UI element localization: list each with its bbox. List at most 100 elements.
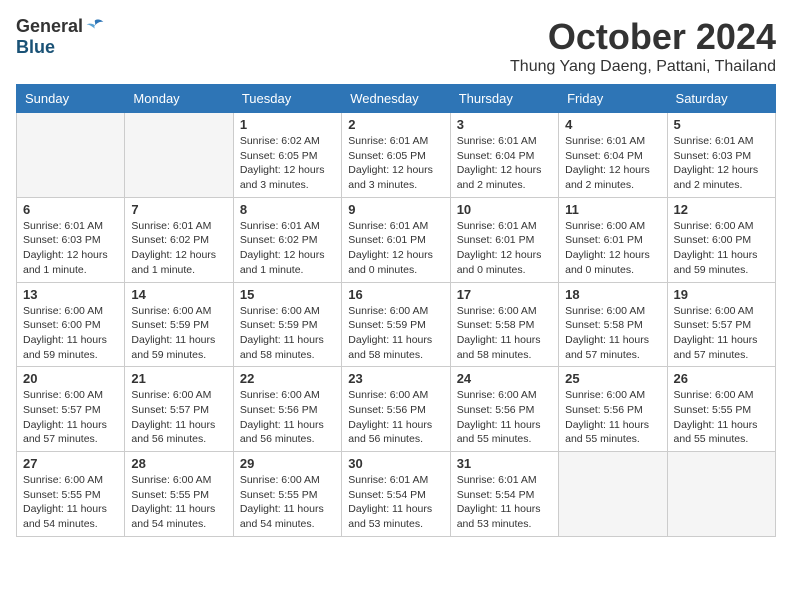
day-number: 22 bbox=[240, 371, 335, 386]
day-number: 1 bbox=[240, 117, 335, 132]
day-info: Sunrise: 6:01 AM Sunset: 6:04 PM Dayligh… bbox=[457, 134, 552, 193]
empty-day-cell bbox=[559, 452, 667, 537]
day-cell: 2 Sunrise: 6:01 AM Sunset: 6:05 PM Daylig… bbox=[342, 113, 450, 198]
day-number: 28 bbox=[131, 456, 226, 471]
logo-bird-icon bbox=[85, 17, 105, 37]
calendar-week-row: 1 Sunrise: 6:02 AM Sunset: 6:05 PM Daylig… bbox=[17, 113, 776, 198]
weekday-header: Friday bbox=[559, 85, 667, 113]
day-info: Sunrise: 6:00 AM Sunset: 5:55 PM Dayligh… bbox=[131, 473, 226, 532]
day-info: Sunrise: 6:00 AM Sunset: 5:58 PM Dayligh… bbox=[457, 304, 552, 363]
day-info: Sunrise: 6:01 AM Sunset: 5:54 PM Dayligh… bbox=[457, 473, 552, 532]
day-number: 26 bbox=[674, 371, 769, 386]
day-number: 12 bbox=[674, 202, 769, 217]
day-number: 6 bbox=[23, 202, 118, 217]
logo-blue-text: Blue bbox=[16, 37, 55, 58]
day-info: Sunrise: 6:00 AM Sunset: 5:56 PM Dayligh… bbox=[240, 388, 335, 447]
day-info: Sunrise: 6:00 AM Sunset: 5:55 PM Dayligh… bbox=[674, 388, 769, 447]
day-info: Sunrise: 6:01 AM Sunset: 6:03 PM Dayligh… bbox=[674, 134, 769, 193]
day-number: 19 bbox=[674, 287, 769, 302]
calendar-table: SundayMondayTuesdayWednesdayThursdayFrid… bbox=[16, 84, 776, 537]
day-cell: 16Sunrise: 6:00 AM Sunset: 5:59 PM Dayli… bbox=[342, 282, 450, 367]
calendar-week-row: 20 Sunrise: 6:00 AM Sunset: 5:57 PM Dayli… bbox=[17, 367, 776, 452]
day-cell: 1 Sunrise: 6:02 AM Sunset: 6:05 PM Daylig… bbox=[233, 113, 341, 198]
day-info: Sunrise: 6:01 AM Sunset: 6:01 PM Dayligh… bbox=[457, 219, 552, 278]
day-cell: 14Sunrise: 6:00 AM Sunset: 5:59 PM Dayli… bbox=[125, 282, 233, 367]
empty-day-cell bbox=[667, 452, 775, 537]
day-number: 5 bbox=[674, 117, 769, 132]
day-cell: 11 Sunrise: 6:00 AM Sunset: 6:01 PM Dayli… bbox=[559, 197, 667, 282]
day-number: 20 bbox=[23, 371, 118, 386]
day-cell: 25 Sunrise: 6:00 AM Sunset: 5:56 PM Dayli… bbox=[559, 367, 667, 452]
page-header: General Blue October 2024 Thung Yang Dae… bbox=[16, 16, 776, 76]
day-number: 16 bbox=[348, 287, 443, 302]
day-number: 24 bbox=[457, 371, 552, 386]
calendar-header-row: SundayMondayTuesdayWednesdayThursdayFrid… bbox=[17, 85, 776, 113]
weekday-header: Wednesday bbox=[342, 85, 450, 113]
day-number: 31 bbox=[457, 456, 552, 471]
day-cell: 19 Sunrise: 6:00 AM Sunset: 5:57 PM Dayli… bbox=[667, 282, 775, 367]
weekday-header: Thursday bbox=[450, 85, 558, 113]
day-cell: 4 Sunrise: 6:01 AM Sunset: 6:04 PM Daylig… bbox=[559, 113, 667, 198]
day-cell: 27 Sunrise: 6:00 AM Sunset: 5:55 PM Dayli… bbox=[17, 452, 125, 537]
day-cell: 10 Sunrise: 6:01 AM Sunset: 6:01 PM Dayli… bbox=[450, 197, 558, 282]
day-info: Sunrise: 6:01 AM Sunset: 6:05 PM Dayligh… bbox=[348, 134, 443, 193]
title-section: October 2024 Thung Yang Daeng, Pattani, … bbox=[510, 16, 776, 76]
day-cell: 26 Sunrise: 6:00 AM Sunset: 5:55 PM Dayli… bbox=[667, 367, 775, 452]
empty-day-cell bbox=[17, 113, 125, 198]
day-cell: 9 Sunrise: 6:01 AM Sunset: 6:01 PM Daylig… bbox=[342, 197, 450, 282]
day-number: 3 bbox=[457, 117, 552, 132]
calendar-week-row: 13Sunrise: 6:00 AM Sunset: 6:00 PM Dayli… bbox=[17, 282, 776, 367]
day-number: 11 bbox=[565, 202, 660, 217]
weekday-header: Monday bbox=[125, 85, 233, 113]
day-number: 23 bbox=[348, 371, 443, 386]
day-number: 27 bbox=[23, 456, 118, 471]
day-number: 9 bbox=[348, 202, 443, 217]
day-cell: 23 Sunrise: 6:00 AM Sunset: 5:56 PM Dayli… bbox=[342, 367, 450, 452]
day-info: Sunrise: 6:00 AM Sunset: 5:58 PM Dayligh… bbox=[565, 304, 660, 363]
day-cell: 15 Sunrise: 6:00 AM Sunset: 5:59 PM Dayli… bbox=[233, 282, 341, 367]
calendar-week-row: 6 Sunrise: 6:01 AM Sunset: 6:03 PM Daylig… bbox=[17, 197, 776, 282]
day-info: Sunrise: 6:00 AM Sunset: 6:00 PM Dayligh… bbox=[674, 219, 769, 278]
day-cell: 30Sunrise: 6:01 AM Sunset: 5:54 PM Dayli… bbox=[342, 452, 450, 537]
day-cell: 7 Sunrise: 6:01 AM Sunset: 6:02 PM Daylig… bbox=[125, 197, 233, 282]
day-cell: 28 Sunrise: 6:00 AM Sunset: 5:55 PM Dayli… bbox=[125, 452, 233, 537]
day-cell: 12 Sunrise: 6:00 AM Sunset: 6:00 PM Dayli… bbox=[667, 197, 775, 282]
logo-general-text: General bbox=[16, 16, 83, 37]
day-number: 10 bbox=[457, 202, 552, 217]
day-info: Sunrise: 6:00 AM Sunset: 5:59 PM Dayligh… bbox=[240, 304, 335, 363]
day-number: 15 bbox=[240, 287, 335, 302]
day-cell: 18 Sunrise: 6:00 AM Sunset: 5:58 PM Dayli… bbox=[559, 282, 667, 367]
day-info: Sunrise: 6:01 AM Sunset: 6:02 PM Dayligh… bbox=[131, 219, 226, 278]
day-info: Sunrise: 6:00 AM Sunset: 5:55 PM Dayligh… bbox=[23, 473, 118, 532]
location-subtitle: Thung Yang Daeng, Pattani, Thailand bbox=[510, 58, 776, 76]
day-info: Sunrise: 6:00 AM Sunset: 5:57 PM Dayligh… bbox=[23, 388, 118, 447]
day-info: Sunrise: 6:00 AM Sunset: 5:55 PM Dayligh… bbox=[240, 473, 335, 532]
day-cell: 3 Sunrise: 6:01 AM Sunset: 6:04 PM Daylig… bbox=[450, 113, 558, 198]
day-number: 7 bbox=[131, 202, 226, 217]
day-info: Sunrise: 6:00 AM Sunset: 5:56 PM Dayligh… bbox=[457, 388, 552, 447]
day-cell: 31 Sunrise: 6:01 AM Sunset: 5:54 PM Dayli… bbox=[450, 452, 558, 537]
day-info: Sunrise: 6:01 AM Sunset: 6:01 PM Dayligh… bbox=[348, 219, 443, 278]
day-number: 8 bbox=[240, 202, 335, 217]
day-number: 4 bbox=[565, 117, 660, 132]
day-number: 18 bbox=[565, 287, 660, 302]
day-cell: 20 Sunrise: 6:00 AM Sunset: 5:57 PM Dayli… bbox=[17, 367, 125, 452]
day-cell: 29Sunrise: 6:00 AM Sunset: 5:55 PM Dayli… bbox=[233, 452, 341, 537]
day-info: Sunrise: 6:01 AM Sunset: 5:54 PM Dayligh… bbox=[348, 473, 443, 532]
day-info: Sunrise: 6:00 AM Sunset: 5:56 PM Dayligh… bbox=[348, 388, 443, 447]
weekday-header: Tuesday bbox=[233, 85, 341, 113]
day-number: 2 bbox=[348, 117, 443, 132]
day-info: Sunrise: 6:00 AM Sunset: 5:57 PM Dayligh… bbox=[674, 304, 769, 363]
month-title: October 2024 bbox=[510, 16, 776, 58]
weekday-header: Sunday bbox=[17, 85, 125, 113]
day-number: 25 bbox=[565, 371, 660, 386]
day-cell: 8Sunrise: 6:01 AM Sunset: 6:02 PM Daylig… bbox=[233, 197, 341, 282]
day-cell: 21Sunrise: 6:00 AM Sunset: 5:57 PM Dayli… bbox=[125, 367, 233, 452]
day-info: Sunrise: 6:02 AM Sunset: 6:05 PM Dayligh… bbox=[240, 134, 335, 193]
day-info: Sunrise: 6:01 AM Sunset: 6:03 PM Dayligh… bbox=[23, 219, 118, 278]
day-number: 17 bbox=[457, 287, 552, 302]
day-info: Sunrise: 6:01 AM Sunset: 6:04 PM Dayligh… bbox=[565, 134, 660, 193]
logo: General Blue bbox=[16, 16, 105, 58]
day-info: Sunrise: 6:00 AM Sunset: 5:56 PM Dayligh… bbox=[565, 388, 660, 447]
day-info: Sunrise: 6:00 AM Sunset: 6:01 PM Dayligh… bbox=[565, 219, 660, 278]
